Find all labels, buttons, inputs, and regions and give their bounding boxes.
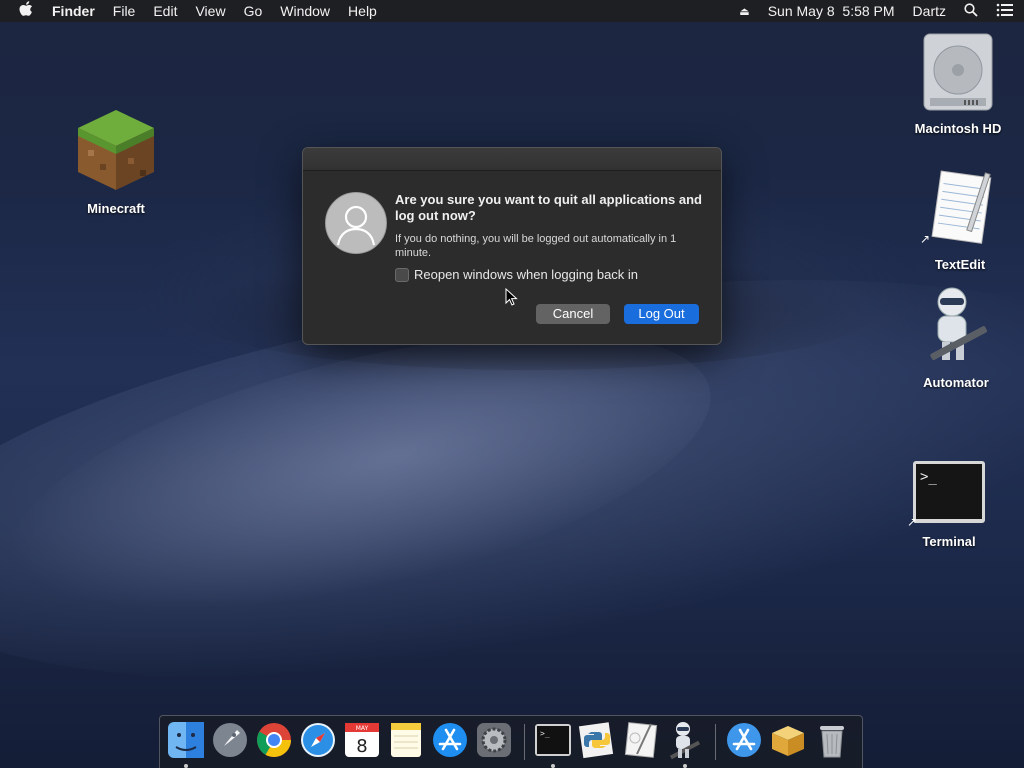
menu-window[interactable]: Window xyxy=(271,0,339,22)
user-avatar-icon xyxy=(325,192,387,254)
finder-icon xyxy=(168,722,204,758)
desktop-icon-textedit[interactable]: ↗ TextEdit xyxy=(900,170,1020,272)
running-indicator xyxy=(551,764,555,768)
alias-arrow-icon: ↗ xyxy=(907,515,918,529)
running-indicator xyxy=(184,764,188,768)
logout-dialog: Are you sure you want to quit all applic… xyxy=(302,147,722,345)
desktop-icon-label: Terminal xyxy=(922,534,976,549)
desktop-icon-terminal[interactable]: >_ ↗ Terminal xyxy=(889,459,1009,549)
svg-text:>_: >_ xyxy=(540,729,550,738)
apple-icon[interactable] xyxy=(0,1,52,21)
menu-view[interactable]: View xyxy=(186,0,234,22)
desktop-icon-label: Minecraft xyxy=(87,201,145,216)
reopen-windows-label[interactable]: Reopen windows when logging back in xyxy=(414,267,638,282)
calendar-icon: MAY 8 xyxy=(345,723,379,757)
eject-icon[interactable]: ⏏ xyxy=(739,5,749,18)
package-box-icon xyxy=(772,726,804,756)
dock-safari[interactable] xyxy=(298,720,338,760)
desktop-icon-label: Macintosh HD xyxy=(914,121,1002,136)
launchpad-rocket-icon xyxy=(213,723,247,757)
desktop-icon-label: TextEdit xyxy=(934,257,986,272)
dock-calendar[interactable]: MAY 8 xyxy=(342,720,382,760)
script-editor-icon xyxy=(624,722,658,758)
dock: MAY 8 >_ xyxy=(159,715,863,768)
reopen-windows-option[interactable]: Reopen windows when logging back in xyxy=(395,267,638,282)
dock-separator xyxy=(524,724,525,760)
alias-arrow-icon: ↗ xyxy=(920,232,931,246)
menu-user[interactable]: Dartz xyxy=(913,3,946,19)
menu-help[interactable]: Help xyxy=(339,0,386,22)
calendar-day: 8 xyxy=(356,736,367,757)
notification-center-icon[interactable] xyxy=(996,3,1014,20)
dock-trash[interactable] xyxy=(812,720,852,760)
dock-script-editor[interactable] xyxy=(621,720,661,760)
dock-app-store[interactable] xyxy=(430,720,470,760)
menu-file[interactable]: File xyxy=(104,0,145,22)
dock-system-preferences[interactable] xyxy=(474,720,514,760)
dialog-title: Are you sure you want to quit all applic… xyxy=(395,192,702,223)
desktop-icon-label: Automator xyxy=(923,375,989,390)
dock-downloads[interactable] xyxy=(768,720,808,760)
dock-finder[interactable] xyxy=(166,720,206,768)
menu-finder[interactable]: Finder xyxy=(52,0,104,22)
dialog-titlebar[interactable] xyxy=(303,148,721,171)
dock-notes[interactable] xyxy=(386,720,426,760)
chrome-icon xyxy=(257,723,291,757)
terminal-icon: >_ xyxy=(913,461,985,523)
minecraft-icon xyxy=(78,110,154,190)
automator-robot-icon xyxy=(930,287,987,361)
reopen-windows-checkbox[interactable] xyxy=(395,267,409,282)
calendar-month: MAY xyxy=(356,725,369,732)
running-indicator xyxy=(683,764,687,768)
textedit-icon xyxy=(931,170,992,244)
dock-launchpad[interactable] xyxy=(210,720,250,760)
gear-icon xyxy=(477,723,511,757)
dialog-message: If you do nothing, you will be logged ou… xyxy=(395,233,677,259)
dock-applications-folder[interactable] xyxy=(724,720,764,760)
terminal-icon: >_ xyxy=(535,724,571,756)
menu-clock[interactable]: Sun May 8 5:58 PM xyxy=(768,3,895,19)
mouse-cursor-icon xyxy=(505,287,519,313)
svg-text:>_: >_ xyxy=(920,469,937,485)
dock-chrome[interactable] xyxy=(254,720,294,760)
dock-automator[interactable] xyxy=(665,720,705,768)
menu-bar: Finder File Edit View Go Window Help ⏏ S… xyxy=(0,0,1024,22)
dock-separator xyxy=(715,724,716,760)
log-out-button[interactable]: Log Out xyxy=(624,304,699,324)
desktop-icon-automator[interactable]: Automator xyxy=(896,286,1016,390)
applications-folder-icon xyxy=(727,723,761,757)
trash-icon xyxy=(820,726,844,758)
cancel-button[interactable]: Cancel xyxy=(536,304,610,324)
dock-terminal[interactable]: >_ xyxy=(533,720,573,768)
notes-icon xyxy=(391,723,421,757)
desktop-icon-macintosh-hd[interactable]: Macintosh HD xyxy=(898,32,1018,136)
python-icon xyxy=(578,722,614,759)
safari-compass-icon xyxy=(301,723,335,757)
desktop-icon-minecraft[interactable]: Minecraft xyxy=(56,108,176,216)
spotlight-search-icon[interactable] xyxy=(964,2,978,20)
app-store-icon xyxy=(433,723,467,757)
dock-python-launcher[interactable] xyxy=(577,720,617,760)
automator-robot-icon xyxy=(669,722,701,760)
menu-edit[interactable]: Edit xyxy=(144,0,186,22)
hard-drive-icon xyxy=(923,33,993,111)
menu-go[interactable]: Go xyxy=(235,0,272,22)
